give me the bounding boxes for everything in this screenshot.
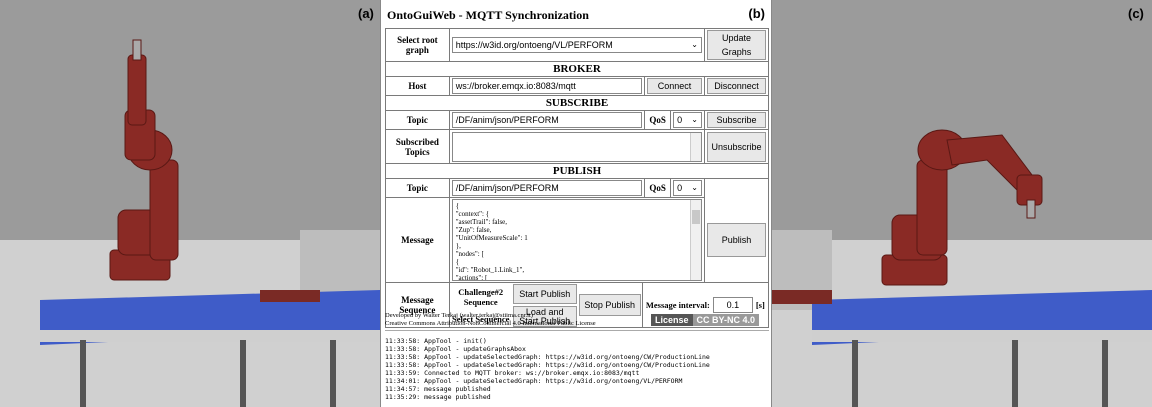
connect-button[interactable]: Connect: [647, 78, 702, 94]
message-line: "id": "Robot_1.Link_1",: [455, 266, 525, 274]
message-content: {"context": {"assetTrail": false, "Zup": …: [455, 202, 687, 281]
log-line: 11:33:58: AppTool - updateSelectedGraph:…: [385, 361, 710, 369]
message-line: {: [455, 258, 460, 266]
onto-gui-window: OntoGuiWeb - MQTT Synchronization (b) Se…: [380, 0, 772, 407]
subscribe-section-header: SUBSCRIBE: [385, 95, 769, 111]
root-graph-select[interactable]: https://w3id.org/ontoeng/VL/PERFORM ⌄: [451, 37, 702, 53]
robot-scene-animated: (c): [772, 0, 1152, 407]
publish-topic-label: Topic: [385, 178, 450, 198]
license-badge-right: CC BY-NC 4.0: [692, 314, 760, 326]
message-interval-label: Message interval:: [645, 300, 710, 310]
message-line: "actions": [: [455, 274, 488, 281]
host-input[interactable]: ws://broker.emqx.io:8083/mqtt: [451, 78, 643, 94]
subscribe-topic-input[interactable]: /DF/anim/json/PERFORM: [451, 112, 643, 128]
settings-table: Select root graph https://w3id.org/ontoe…: [385, 28, 770, 328]
interval-unit: [s]: [755, 300, 765, 310]
log-line: 11:33:58: AppTool - updateGraphsAbox: [385, 345, 526, 353]
host-label: Host: [385, 76, 450, 96]
message-line: "context": {: [455, 210, 490, 218]
chevron-down-icon: ⌄: [691, 183, 698, 192]
robot-scene-initial: (a): [0, 0, 380, 407]
start-publish-button[interactable]: Start Publish: [512, 284, 577, 304]
scrollbar[interactable]: [689, 200, 701, 280]
unsubscribe-button[interactable]: Unsubscribe: [706, 131, 766, 162]
license-line: Creative Commons Attribution-NonCommerci…: [385, 320, 596, 327]
message-interval-input[interactable]: 0.1: [712, 297, 753, 313]
subscribe-topic-label: Topic: [385, 110, 450, 130]
message-line: },: [455, 242, 461, 250]
panel-label-a: (a): [358, 6, 374, 21]
update-graphs-button[interactable]: Update Graphs: [706, 30, 766, 60]
publish-qos-label: QoS: [644, 178, 672, 198]
app-title: OntoGuiWeb - MQTT Synchronization: [387, 8, 589, 22]
license-badge-left: License: [651, 314, 693, 326]
panel-label-c: (c): [1128, 6, 1144, 21]
credit-line: Developed by Walter Terkaj (walter.terka…: [385, 312, 533, 319]
robot-illustration: [772, 0, 1152, 407]
publish-topic-input[interactable]: /DF/anim/json/PERFORM: [451, 180, 643, 196]
subscribe-qos-select[interactable]: 0 ⌄: [673, 112, 702, 128]
message-line: "UnitOfMeasureScale": 1: [455, 234, 528, 242]
disconnect-button[interactable]: Disconnect: [706, 78, 766, 94]
log-line: 11:33:58: AppTool - updateSelectedGraph:…: [385, 353, 710, 361]
subscribed-topics-box[interactable]: [451, 131, 702, 162]
log-line: 11:34:01: AppTool - updateSelectedGraph:…: [385, 377, 683, 385]
challenge-sequence-label: Challenge#2 Sequence: [458, 286, 504, 307]
subscribe-button[interactable]: Subscribe: [706, 112, 766, 128]
log-console: 11:33:58: AppTool - init() 11:33:58: AppT…: [385, 330, 769, 404]
panel-label-b: (b): [748, 6, 765, 21]
message-label: Message: [385, 197, 450, 283]
license-badge[interactable]: License CC BY-NC 4.0: [651, 314, 760, 326]
developer-credit: Developed by Walter Terkaj (walter.terka…: [385, 312, 596, 328]
log-line: 11:33:58: AppTool - init(): [385, 337, 487, 345]
scrollbar[interactable]: [689, 132, 701, 161]
publish-section-header: PUBLISH: [385, 163, 769, 179]
publish-button[interactable]: Publish: [706, 222, 766, 257]
robot-illustration: [0, 0, 380, 407]
log-line: 11:35:29: message published: [385, 393, 491, 401]
chevron-down-icon: ⌄: [691, 40, 698, 49]
root-graph-label: Select root graph: [385, 28, 450, 62]
message-editor[interactable]: {"context": {"assetTrail": false, "Zup": …: [451, 199, 702, 281]
message-line: "assetTrail": false,: [455, 218, 508, 226]
message-line: "Zup": false,: [455, 226, 492, 234]
log-line: 11:33:59: Connected to MQTT broker: ws:/…: [385, 369, 640, 377]
message-line: {: [455, 202, 460, 210]
subscribe-qos-label: QoS: [644, 110, 672, 130]
log-line: 11:34:57: message published: [385, 385, 491, 393]
publish-qos-select[interactable]: 0 ⌄: [673, 180, 702, 196]
chevron-down-icon: ⌄: [691, 115, 698, 124]
subscribed-topics-label: Subscribed Topics: [385, 129, 450, 164]
message-line: "nodes": [: [455, 250, 484, 258]
broker-section-header: BROKER: [385, 61, 769, 77]
